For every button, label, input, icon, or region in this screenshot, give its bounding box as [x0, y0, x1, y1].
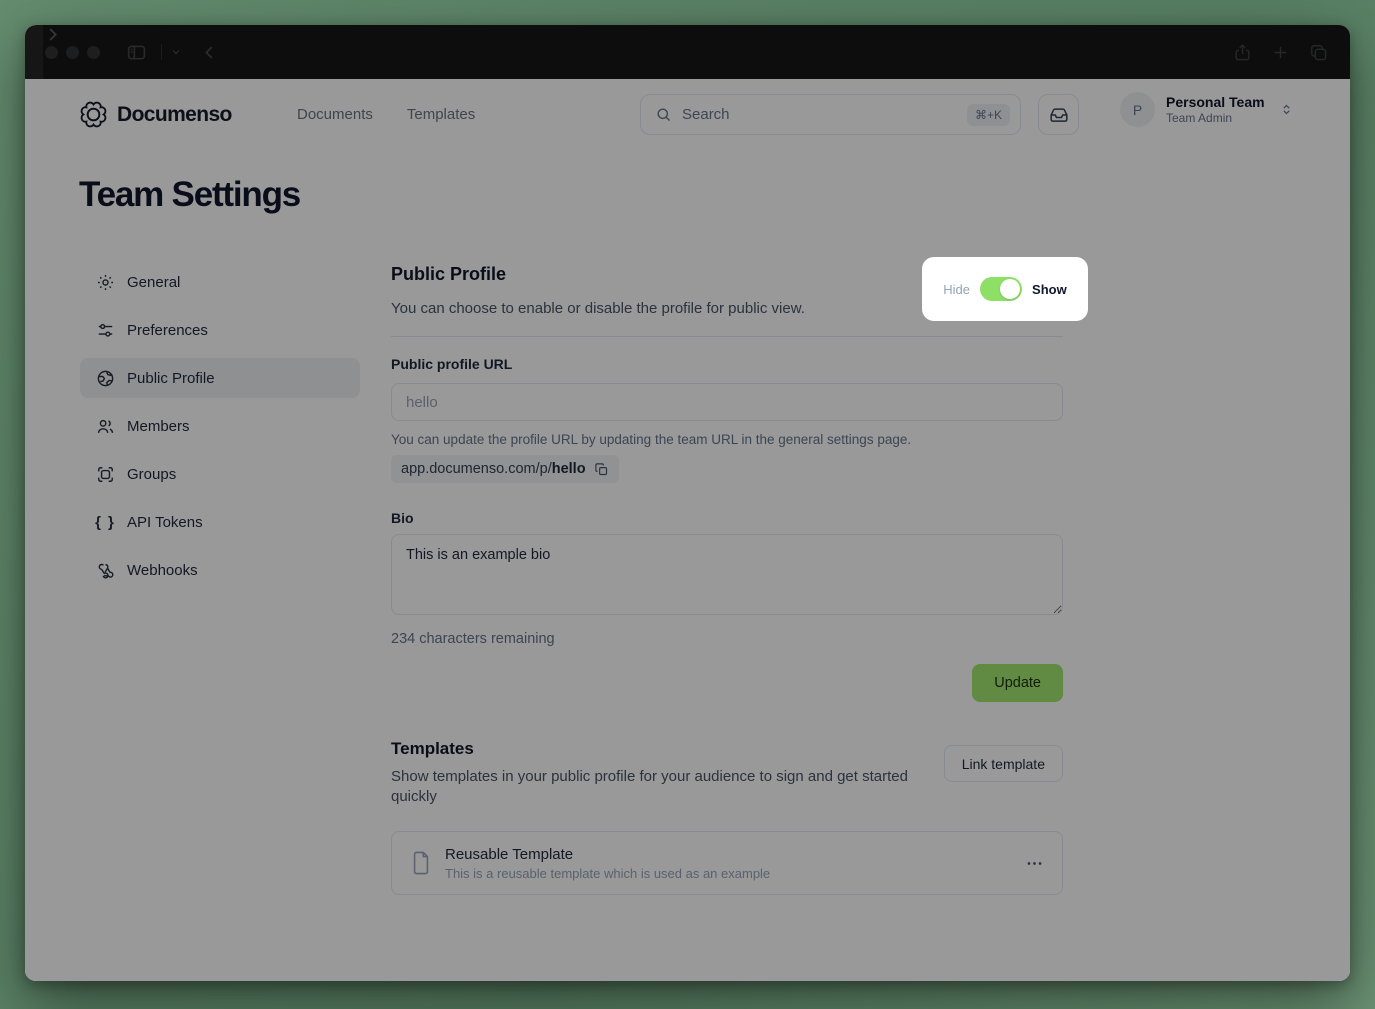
sidebar-item-label: Public Profile	[127, 370, 215, 387]
webhook-icon	[96, 561, 115, 580]
search-input[interactable]	[682, 106, 967, 123]
ellipsis-icon[interactable]	[1025, 854, 1044, 873]
search-shortcut-badge: ⌘+K	[967, 104, 1010, 126]
browser-titlebar	[25, 25, 1350, 79]
group-icon	[96, 465, 115, 484]
zoom-window-button[interactable]	[87, 46, 100, 59]
sidebar-item-label: Preferences	[127, 322, 208, 339]
update-button[interactable]: Update	[972, 664, 1063, 702]
chevron-down-icon[interactable]	[170, 46, 182, 58]
template-name: Reusable Template	[445, 845, 770, 864]
sidebar-item-webhooks[interactable]: Webhooks	[80, 550, 360, 590]
link-template-button[interactable]: Link template	[944, 745, 1063, 782]
sidebar-item-label: Webhooks	[127, 562, 198, 579]
sidebar-item-api-tokens[interactable]: { } API Tokens	[80, 502, 360, 542]
sliders-icon	[96, 321, 115, 340]
close-window-button[interactable]	[45, 46, 58, 59]
braces-icon: { }	[96, 514, 115, 531]
team-switcher[interactable]: P Personal Team Team Admin	[1120, 92, 1293, 127]
public-url-chip: app.documenso.com/p/hello	[391, 455, 619, 483]
public-url-text: app.documenso.com/p/hello	[401, 461, 586, 477]
back-icon[interactable]	[200, 43, 219, 62]
public-profile-panel: Public Profile You can choose to enable …	[391, 262, 1063, 895]
public-profile-url-input[interactable]	[391, 383, 1063, 421]
users-icon	[96, 417, 115, 436]
brand-name: Documenso	[117, 103, 232, 127]
share-icon[interactable]	[1233, 43, 1252, 62]
main-nav: Documents Templates	[297, 106, 475, 123]
app-page: Documenso Documents Templates ⌘+K P	[25, 79, 1350, 981]
search-box[interactable]: ⌘+K	[640, 94, 1021, 135]
profile-visibility-spotlight: Hide Show	[922, 257, 1088, 321]
file-icon	[410, 850, 432, 876]
minimize-window-button[interactable]	[66, 46, 79, 59]
sidebar-item-members[interactable]: Members	[80, 406, 360, 446]
bio-textarea[interactable]: This is an example bio	[391, 534, 1063, 615]
sidebar-item-label: Members	[127, 418, 190, 435]
show-label: Show	[1032, 282, 1067, 297]
profile-visibility-toggle[interactable]	[980, 277, 1022, 301]
forward-icon[interactable]	[43, 25, 1350, 79]
globe-icon	[96, 369, 115, 388]
nav-documents[interactable]: Documents	[297, 106, 373, 123]
browser-window: Documenso Documents Templates ⌘+K P	[25, 25, 1350, 981]
url-field-label: Public profile URL	[391, 356, 1063, 372]
templates-subtitle: Show templates in your public profile fo…	[391, 767, 921, 807]
copy-icon[interactable]	[594, 462, 609, 477]
page-title: Team Settings	[79, 175, 300, 215]
hide-label: Hide	[943, 282, 970, 297]
inbox-button[interactable]	[1038, 94, 1079, 135]
sidebar-item-preferences[interactable]: Preferences	[80, 310, 360, 350]
sidebar-item-label: API Tokens	[127, 514, 203, 531]
nav-templates[interactable]: Templates	[407, 106, 475, 123]
traffic-lights	[45, 46, 100, 59]
team-role: Team Admin	[1166, 111, 1265, 126]
divider	[391, 336, 1063, 337]
templates-section-header: Templates Show templates in your public …	[391, 739, 1063, 807]
avatar: P	[1120, 92, 1155, 127]
inbox-icon	[1049, 105, 1069, 125]
sidebar-item-general[interactable]: General	[80, 262, 360, 302]
documenso-seal-icon	[80, 101, 107, 128]
sidebar-item-groups[interactable]: Groups	[80, 454, 360, 494]
sidebar-item-label: General	[127, 274, 180, 291]
characters-remaining: 234 characters remaining	[391, 631, 1063, 647]
gear-icon	[96, 273, 115, 292]
new-tab-icon[interactable]	[1272, 44, 1289, 61]
url-helper-text: You can update the profile URL by updati…	[391, 432, 1063, 447]
sidebar-item-label: Groups	[127, 466, 176, 483]
bio-field-label: Bio	[391, 510, 1063, 526]
brand[interactable]: Documenso	[80, 101, 232, 128]
toggle-knob	[1000, 279, 1020, 299]
titlebar-divider	[161, 44, 162, 60]
tab-overview-icon[interactable]	[1309, 43, 1328, 62]
settings-sidebar: General Preferences Public Profile Membe…	[80, 262, 360, 598]
chevron-up-down-icon	[1280, 103, 1293, 116]
template-list-item[interactable]: Reusable Template This is a reusable tem…	[391, 831, 1063, 895]
team-name: Personal Team	[1166, 94, 1265, 111]
search-icon	[655, 106, 672, 123]
template-description: This is a reusable template which is use…	[445, 865, 770, 882]
app-header: Documenso Documents Templates ⌘+K P	[25, 79, 1350, 149]
sidebar-toggle-icon[interactable]	[126, 42, 147, 63]
sidebar-item-public-profile[interactable]: Public Profile	[80, 358, 360, 398]
